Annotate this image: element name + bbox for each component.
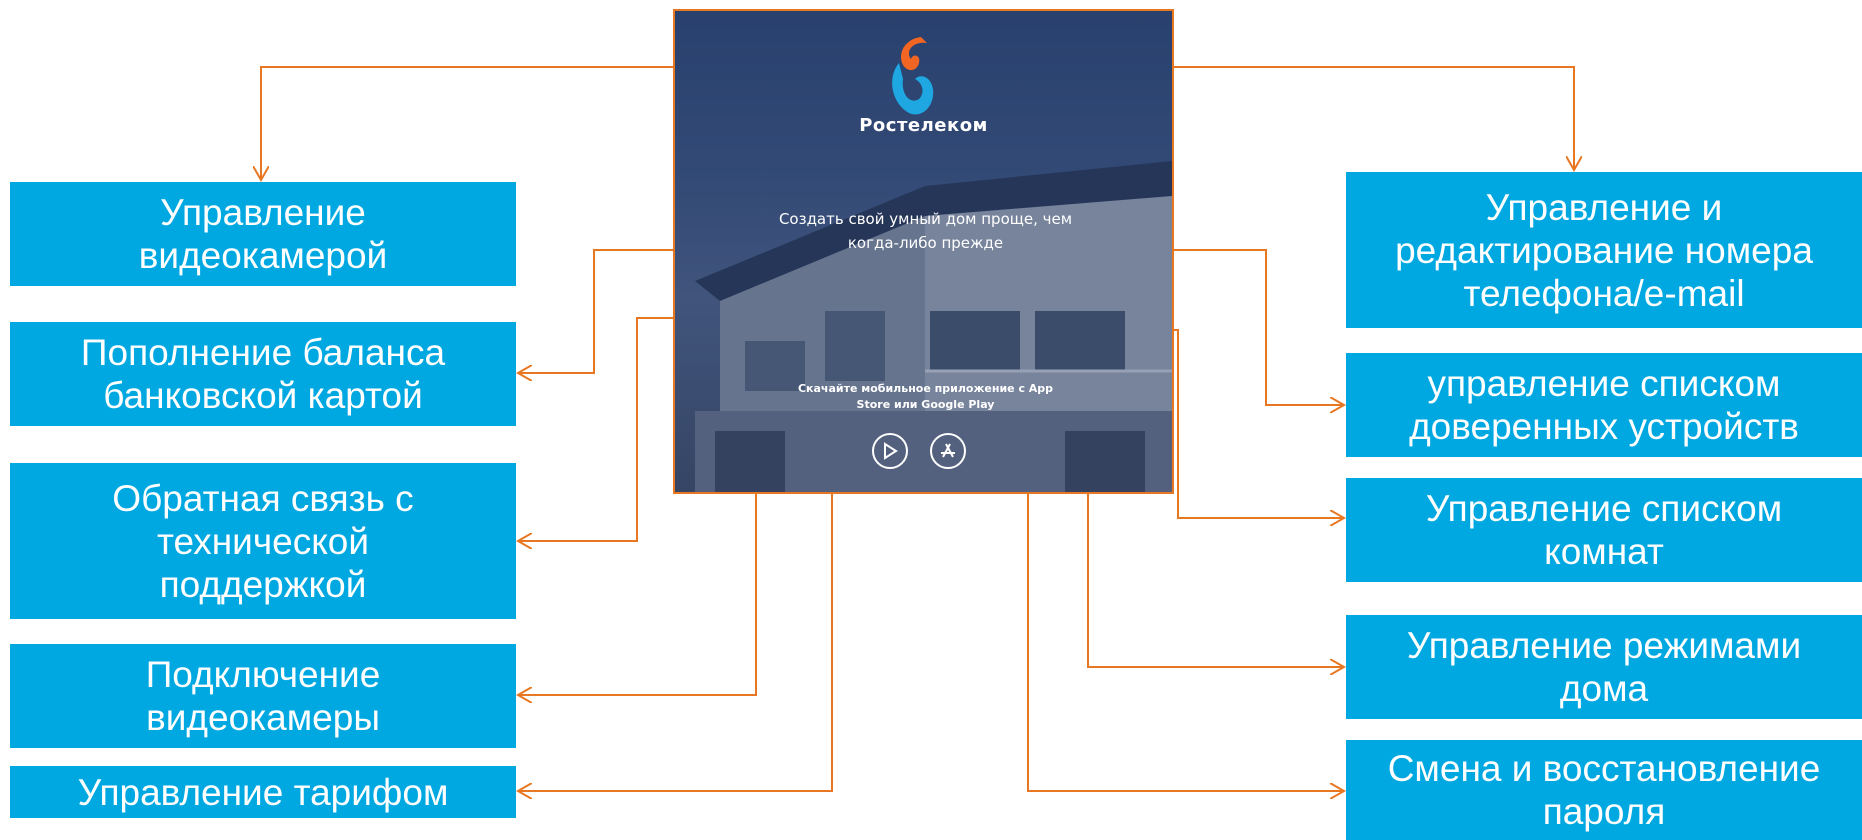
app-store-button[interactable] (930, 433, 966, 469)
tagline: Создать свой умный дом проще, чем когда-… (778, 210, 1073, 252)
google-play-icon (884, 442, 898, 460)
feature-phone-email-edit: Управление и редактирование номера телеф… (1346, 172, 1862, 328)
rostelecom-logo-icon (892, 37, 934, 115)
feature-camera-control: Управление видеокамерой (10, 182, 516, 286)
feature-camera-connect: Подключение видеокамеры (10, 644, 516, 748)
feature-balance-topup: Пополнение баланса банковской картой (10, 322, 516, 426)
arrow-to-trusted-devices (1174, 249, 1344, 405)
arrow-to-rooms (1174, 329, 1344, 518)
arrow-to-tech-support (518, 317, 673, 541)
arrow-to-phone-email (1174, 66, 1574, 170)
feature-trusted-devices: управление списком доверенных устройств (1346, 353, 1862, 457)
arrow-to-balance-topup (518, 249, 673, 373)
arrow-to-tariff (518, 494, 833, 791)
google-play-button[interactable] (872, 433, 908, 469)
app-screenshot: Ростелеком Создать свой умный дом проще,… (673, 9, 1174, 494)
download-message: Скачайте мобильное приложение с App Stor… (797, 382, 1054, 411)
arrow-to-camera-control (261, 66, 673, 180)
brand-name: Ростелеком (859, 115, 988, 136)
feature-tech-support: Обратная связь с технической поддержкой (10, 463, 516, 619)
feature-tariff-control: Управление тарифом (10, 766, 516, 818)
app-store-icon (941, 443, 955, 458)
feature-password-reset: Смена и восстановление пароля (1346, 740, 1862, 840)
arrow-to-password (1027, 494, 1344, 791)
feature-home-modes: Управление режимами дома (1346, 615, 1862, 719)
arrow-to-home-modes (1087, 494, 1344, 667)
feature-rooms-list: Управление списком комнат (1346, 478, 1862, 582)
